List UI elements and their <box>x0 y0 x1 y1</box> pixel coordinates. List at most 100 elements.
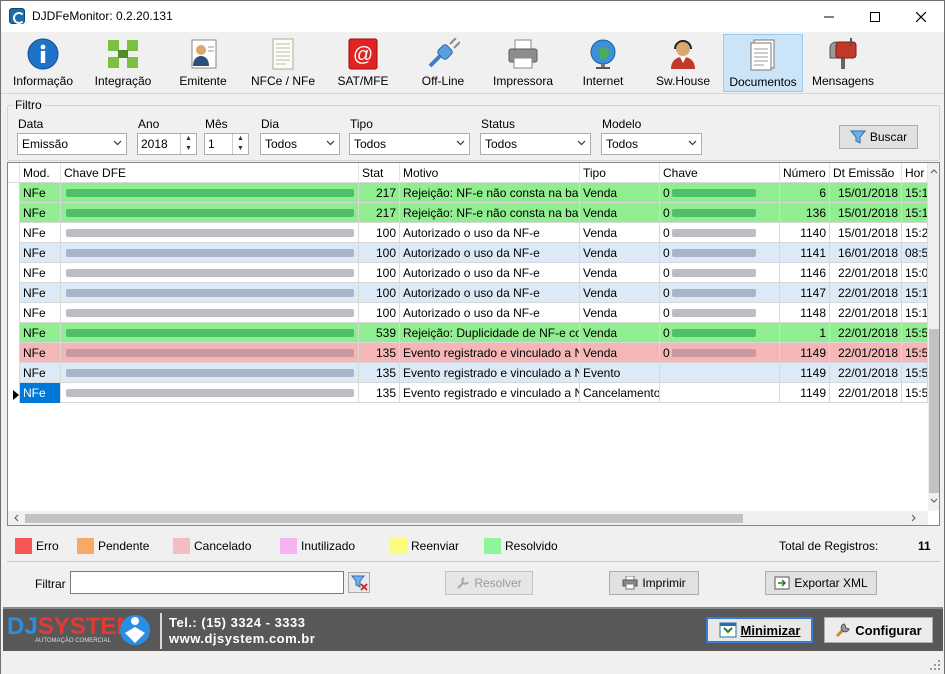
cell-stat[interactable]: 100 <box>359 263 400 283</box>
cell-chave[interactable]: 0 <box>660 263 780 283</box>
column-header-dt-emissao[interactable]: Dt Emissão <box>830 163 902 183</box>
cell-mod[interactable]: NFe <box>20 263 61 283</box>
cell-numero[interactable]: 1140 <box>780 223 830 243</box>
row-indicator[interactable] <box>8 183 20 203</box>
column-header-motivo[interactable]: Motivo <box>400 163 580 183</box>
cell-tipo[interactable]: Venda <box>580 183 660 203</box>
cell-data[interactable]: 15/01/2018 <box>830 203 902 223</box>
cell-chave-dfe[interactable] <box>61 363 359 383</box>
vertical-scroll-thumb[interactable] <box>929 329 939 493</box>
cell-numero[interactable]: 1148 <box>780 303 830 323</box>
cell-hora[interactable]: 15:5 <box>902 363 928 383</box>
table-row[interactable]: NFe 217 Rejeição: NF-e não consta na bas Ve… <box>8 203 928 223</box>
cell-tipo[interactable]: Cancelamento <box>580 383 660 403</box>
row-indicator[interactable] <box>8 223 20 243</box>
cell-tipo[interactable]: Venda <box>580 263 660 283</box>
cell-tipo[interactable]: Venda <box>580 343 660 363</box>
cell-stat[interactable]: 135 <box>359 363 400 383</box>
cell-tipo[interactable]: Venda <box>580 283 660 303</box>
cell-mod[interactable]: NFe <box>20 183 61 203</box>
toolbar-off-line[interactable]: Off-Line <box>405 34 481 92</box>
cell-numero[interactable]: 1149 <box>780 363 830 383</box>
cell-chave[interactable] <box>660 363 780 383</box>
cell-numero[interactable]: 1141 <box>780 243 830 263</box>
cell-numero[interactable]: 136 <box>780 203 830 223</box>
column-header-tipo[interactable]: Tipo <box>580 163 660 183</box>
maximize-window-button[interactable] <box>852 1 898 32</box>
table-row[interactable]: NFe 217 Rejeição: NF-e não consta na bas Ve… <box>8 183 928 203</box>
table-row[interactable]: NFe 100 Autorizado o uso da NF-e Venda 0 1140… <box>8 223 928 243</box>
cell-numero[interactable]: 6 <box>780 183 830 203</box>
cell-chave-dfe[interactable] <box>61 243 359 263</box>
column-header-chave-dfe[interactable]: Chave DFE <box>61 163 359 183</box>
cell-chave-dfe[interactable] <box>61 323 359 343</box>
cell-mod[interactable]: NFe <box>20 383 61 403</box>
cell-mod[interactable]: NFe <box>20 343 61 363</box>
toolbar-sat-mfe[interactable]: @ SAT/MFE <box>325 34 401 92</box>
minimizar-button[interactable]: Minimizar <box>706 617 813 643</box>
cell-motivo[interactable]: Evento registrado e vinculado a N <box>400 363 580 383</box>
cell-chave-dfe[interactable] <box>61 343 359 363</box>
table-row[interactable]: NFe 100 Autorizado o uso da NF-e Venda 0 1141… <box>8 243 928 263</box>
cell-numero[interactable]: 1146 <box>780 263 830 283</box>
cell-stat[interactable]: 100 <box>359 303 400 323</box>
column-header-chave[interactable]: Chave <box>660 163 780 183</box>
row-indicator[interactable] <box>8 303 20 323</box>
cell-data[interactable]: 22/01/2018 <box>830 343 902 363</box>
resolver-button[interactable]: Resolver <box>445 571 533 595</box>
cell-chave[interactable]: 0 <box>660 203 780 223</box>
cell-motivo[interactable]: Rejeição: NF-e não consta na bas <box>400 183 580 203</box>
data-select[interactable]: Emissão <box>17 133 127 155</box>
cell-chave-dfe[interactable] <box>61 263 359 283</box>
cell-hora[interactable]: 15:1 <box>902 283 928 303</box>
cell-tipo[interactable]: Venda <box>580 303 660 323</box>
cell-chave[interactable]: 0 <box>660 283 780 303</box>
toolbar-documentos[interactable]: Documentos <box>723 34 803 92</box>
table-row[interactable]: NFe 135 Evento registrado e vinculado a NE… <box>8 363 928 383</box>
ano-stepper[interactable]: 2018 ▲ ▼ <box>137 133 197 155</box>
cell-hora[interactable]: 15:1 <box>902 183 928 203</box>
table-row[interactable]: NFe 135 Evento registrado e vinculado a NV… <box>8 343 928 363</box>
row-indicator[interactable] <box>8 203 20 223</box>
table-row[interactable]: NFe 539 Rejeição: Duplicidade de NF-e co Ve… <box>8 323 928 343</box>
modelo-select[interactable]: Todos <box>601 133 702 155</box>
cell-numero[interactable]: 1 <box>780 323 830 343</box>
cell-chave-dfe[interactable] <box>61 203 359 223</box>
column-header-hora[interactable]: Hor <box>902 163 928 183</box>
table-row[interactable]: NFe 100 Autorizado o uso da NF-e Venda 0 1148… <box>8 303 928 323</box>
cell-motivo[interactable]: Rejeição: Duplicidade de NF-e co <box>400 323 580 343</box>
row-indicator[interactable] <box>8 363 20 383</box>
cell-motivo[interactable]: Autorizado o uso da NF-e <box>400 263 580 283</box>
cell-chave[interactable]: 0 <box>660 343 780 363</box>
cell-chave-dfe[interactable] <box>61 183 359 203</box>
cell-tipo[interactable]: Venda <box>580 223 660 243</box>
cell-motivo[interactable]: Autorizado o uso da NF-e <box>400 303 580 323</box>
table-row[interactable]: NFe 100 Autorizado o uso da NF-e Venda 0 1147… <box>8 283 928 303</box>
cell-chave-dfe[interactable] <box>61 383 359 403</box>
mes-spin-buttons[interactable]: ▲ ▼ <box>232 134 248 154</box>
cell-hora[interactable]: 15:2 <box>902 223 928 243</box>
toolbar-internet[interactable]: Internet <box>565 34 641 92</box>
cell-chave-dfe[interactable] <box>61 283 359 303</box>
configurar-button[interactable]: Configurar <box>824 617 933 643</box>
cell-tipo[interactable]: Venda <box>580 243 660 263</box>
column-header-numero[interactable]: Número <box>780 163 830 183</box>
cell-mod[interactable]: NFe <box>20 223 61 243</box>
cell-numero[interactable]: 1149 <box>780 343 830 363</box>
row-indicator[interactable] <box>8 343 20 363</box>
row-indicator[interactable] <box>8 323 20 343</box>
toolbar-emitente[interactable]: Emitente <box>165 34 241 92</box>
cell-chave[interactable]: 0 <box>660 183 780 203</box>
horizontal-scroll-thumb[interactable] <box>25 514 743 523</box>
cell-mod[interactable]: NFe <box>20 323 61 343</box>
cell-mod[interactable]: NFe <box>20 203 61 223</box>
ano-spin-buttons[interactable]: ▲ ▼ <box>180 134 196 154</box>
cell-data[interactable]: 22/01/2018 <box>830 283 902 303</box>
cell-hora[interactable]: 15:1 <box>902 303 928 323</box>
cell-numero[interactable]: 1147 <box>780 283 830 303</box>
cell-data[interactable]: 22/01/2018 <box>830 383 902 403</box>
column-header-mod[interactable]: Mod. <box>20 163 61 183</box>
row-indicator[interactable] <box>8 283 20 303</box>
cell-data[interactable]: 22/01/2018 <box>830 323 902 343</box>
toolbar-informacao[interactable]: Informação <box>5 34 81 92</box>
